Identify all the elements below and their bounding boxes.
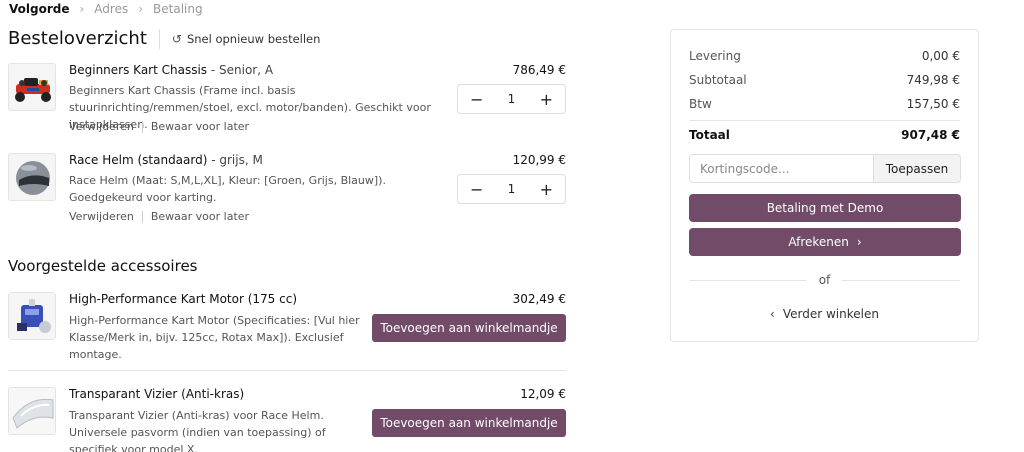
accessories-title: Voorgestelde accessoires bbox=[8, 257, 198, 275]
product-name[interactable]: Beginners Kart Chassis - Senior, A bbox=[69, 63, 273, 77]
product-name[interactable]: High-Performance Kart Motor (175 cc) bbox=[69, 292, 297, 306]
product-description: Transparant Vizier (Anti-kras) voor Race… bbox=[69, 409, 326, 452]
rotate-ccw-icon: ↺ bbox=[171, 31, 182, 46]
product-image[interactable] bbox=[8, 387, 56, 435]
coupon-code-input[interactable] bbox=[690, 155, 873, 182]
accessory-item: High-Performance Kart Motor (175 cc) 302… bbox=[8, 292, 566, 361]
demo-payment-button[interactable]: Betaling met Demo bbox=[689, 194, 961, 222]
decrease-quantity-button[interactable]: − bbox=[470, 90, 483, 109]
add-to-cart-button[interactable]: Toevoegen aan winkelmandje bbox=[372, 314, 566, 342]
item-actions: Verwijderen Bewaar voor later bbox=[69, 210, 249, 223]
delivery-row: Levering 0,00 € bbox=[689, 49, 960, 63]
subtotal-value: 749,98 € bbox=[906, 73, 960, 87]
tax-value: 157,50 € bbox=[906, 97, 960, 111]
product-image[interactable] bbox=[8, 292, 56, 340]
or-label: of bbox=[818, 273, 831, 287]
or-line-left bbox=[689, 279, 807, 281]
apply-coupon-button[interactable]: Toepassen bbox=[873, 155, 960, 182]
breadcrumb: Volgorde › Adres › Betaling bbox=[9, 2, 203, 16]
quantity-stepper: − 1 + bbox=[457, 84, 566, 114]
continue-shopping-link[interactable]: ‹ Verder winkelen bbox=[671, 307, 978, 321]
delivery-label: Levering bbox=[689, 49, 741, 63]
product-variant: - grijs, M bbox=[207, 153, 263, 167]
link-divider bbox=[141, 120, 143, 133]
product-price: 786,49 € bbox=[512, 63, 566, 77]
checkout-label: Afrekenen bbox=[788, 235, 849, 249]
breadcrumb-step-payment: Betaling bbox=[153, 2, 203, 16]
quantity-value[interactable]: 1 bbox=[508, 92, 516, 106]
add-to-cart-button[interactable]: Toevoegen aan winkelmandje bbox=[372, 409, 566, 437]
title-row: Besteloverzicht ↺ Snel opnieuw bestellen bbox=[8, 28, 320, 49]
save-for-later-link[interactable]: Bewaar voor later bbox=[151, 210, 249, 223]
tax-label: Btw bbox=[689, 97, 712, 111]
subtotal-row: Subtotaal 749,98 € bbox=[689, 73, 960, 87]
link-divider bbox=[141, 210, 143, 223]
chevron-right-icon: › bbox=[79, 2, 85, 16]
quick-reorder-link[interactable]: ↺ Snel opnieuw bestellen bbox=[172, 32, 321, 46]
product-price: 12,09 € bbox=[520, 387, 566, 401]
product-name[interactable]: Transparant Vizier (Anti-kras) bbox=[69, 387, 244, 401]
product-title: Beginners Kart Chassis bbox=[69, 63, 208, 77]
increase-quantity-button[interactable]: + bbox=[540, 90, 553, 109]
or-line-right bbox=[842, 279, 961, 281]
product-image[interactable] bbox=[8, 153, 56, 201]
cart-item: Beginners Kart Chassis - Senior, A 786,4… bbox=[8, 63, 566, 135]
breadcrumb-step-order[interactable]: Volgorde bbox=[9, 2, 69, 16]
product-variant: - Senior, A bbox=[207, 63, 274, 77]
total-label: Totaal bbox=[689, 128, 730, 142]
tax-row: Btw 157,50 € bbox=[689, 97, 960, 111]
remove-link[interactable]: Verwijderen bbox=[69, 120, 134, 133]
product-price: 120,99 € bbox=[512, 153, 566, 167]
save-for-later-link[interactable]: Bewaar voor later bbox=[151, 120, 249, 133]
continue-shopping-label: Verder winkelen bbox=[782, 307, 879, 321]
product-image[interactable] bbox=[8, 63, 56, 111]
summary-divider bbox=[689, 120, 960, 121]
subtotal-label: Subtotaal bbox=[689, 73, 747, 87]
page-title: Besteloverzicht bbox=[8, 28, 147, 49]
checkout-button[interactable]: Afrekenen › bbox=[689, 228, 961, 256]
total-value: 907,48 € bbox=[901, 128, 960, 142]
product-title: Race Helm (standaard) bbox=[69, 153, 208, 167]
accessory-item: Transparant Vizier (Anti-kras) 12,09 € T… bbox=[8, 387, 566, 452]
or-divider: of bbox=[689, 273, 961, 287]
product-price: 302,49 € bbox=[512, 292, 566, 306]
title-divider bbox=[158, 28, 160, 49]
order-summary: Levering 0,00 € Subtotaal 749,98 € Btw 1… bbox=[670, 29, 979, 342]
chevron-right-icon: › bbox=[138, 2, 144, 16]
decrease-quantity-button[interactable]: − bbox=[470, 180, 483, 199]
product-name[interactable]: Race Helm (standaard) - grijs, M bbox=[69, 153, 263, 167]
delivery-value: 0,00 € bbox=[921, 49, 960, 63]
remove-link[interactable]: Verwijderen bbox=[69, 210, 134, 223]
product-description: Race Helm (Maat: S,M,L,XL], Kleur: [Groe… bbox=[69, 174, 386, 204]
breadcrumb-step-address: Adres bbox=[94, 2, 129, 16]
quantity-value[interactable]: 1 bbox=[508, 182, 516, 196]
increase-quantity-button[interactable]: + bbox=[540, 180, 553, 199]
divider bbox=[8, 370, 566, 371]
cart-item: Race Helm (standaard) - grijs, M 120,99 … bbox=[8, 153, 566, 225]
total-row: Totaal 907,48 € bbox=[689, 128, 960, 142]
quick-reorder-label: Snel opnieuw bestellen bbox=[186, 31, 321, 46]
item-actions: Verwijderen Bewaar voor later bbox=[69, 120, 249, 133]
product-description: High-Performance Kart Motor (Specificati… bbox=[69, 314, 360, 361]
quantity-stepper: − 1 + bbox=[457, 174, 566, 204]
chevron-left-icon: ‹ bbox=[770, 307, 775, 321]
chevron-right-icon: › bbox=[856, 235, 862, 249]
coupon-form: Toepassen bbox=[689, 154, 961, 183]
